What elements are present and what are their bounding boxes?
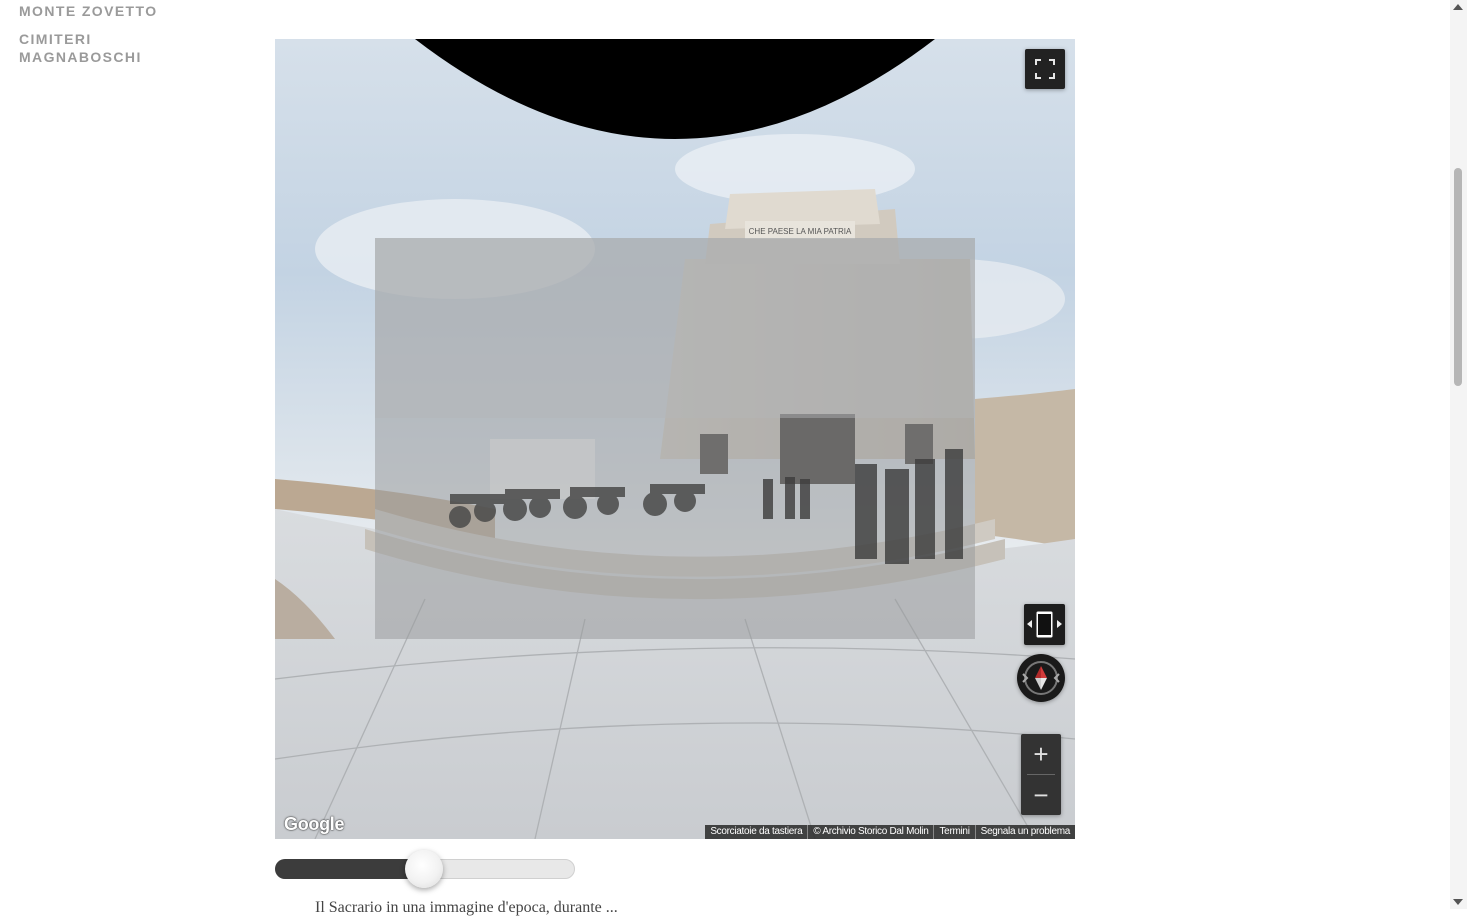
attribution-bar: Scorciatoie da tastiera © Archivio Stori… <box>705 825 1075 839</box>
copyright-text: © Archivio Storico Dal Molin <box>807 825 933 839</box>
report-problem-link[interactable]: Segnala un problema <box>974 825 1075 839</box>
panorama-image[interactable]: CHE PAESE LA MIA PATRIA <box>275 39 1075 839</box>
fullscreen-button[interactable] <box>1025 49 1065 89</box>
nav-item-cimiteri-magnaboschi[interactable]: CIMITERI MAGNABOSCHI <box>19 30 169 66</box>
zoom-in-button[interactable]: + <box>1021 734 1061 774</box>
zoom-controls: + − <box>1021 734 1061 815</box>
caption-text: Il Sacrario in una immagine d'epoca, dur… <box>315 899 618 916</box>
overlay-toggle-icon <box>1027 610 1062 639</box>
zoom-out-button[interactable]: − <box>1021 775 1061 815</box>
overlay-opacity-slider[interactable] <box>275 850 575 888</box>
terms-link[interactable]: Termini <box>933 825 974 839</box>
slider-thumb[interactable] <box>405 850 443 888</box>
streetview-panorama[interactable]: CHE PAESE LA MIA PATRIA + − Google Scorc… <box>275 39 1075 839</box>
scrollbar-thumb[interactable] <box>1454 168 1462 386</box>
compass-icon <box>1022 661 1060 695</box>
page-scrollbar[interactable] <box>1450 0 1467 909</box>
fullscreen-icon <box>1035 59 1055 79</box>
monument-inscription: CHE PAESE LA MIA PATRIA <box>749 227 852 236</box>
scroll-up-arrow-icon[interactable] <box>1453 4 1463 10</box>
compass-button[interactable] <box>1017 654 1065 702</box>
slider-fill <box>275 859 424 879</box>
nav-item-monte-zovetto[interactable]: MONTE ZOVETTO <box>19 2 169 20</box>
scroll-down-arrow-icon[interactable] <box>1453 899 1463 905</box>
google-logo[interactable]: Google <box>284 814 345 835</box>
overlay-toggle-button[interactable] <box>1024 604 1065 645</box>
keyboard-shortcuts-link[interactable]: Scorciatoie da tastiera <box>705 825 807 839</box>
